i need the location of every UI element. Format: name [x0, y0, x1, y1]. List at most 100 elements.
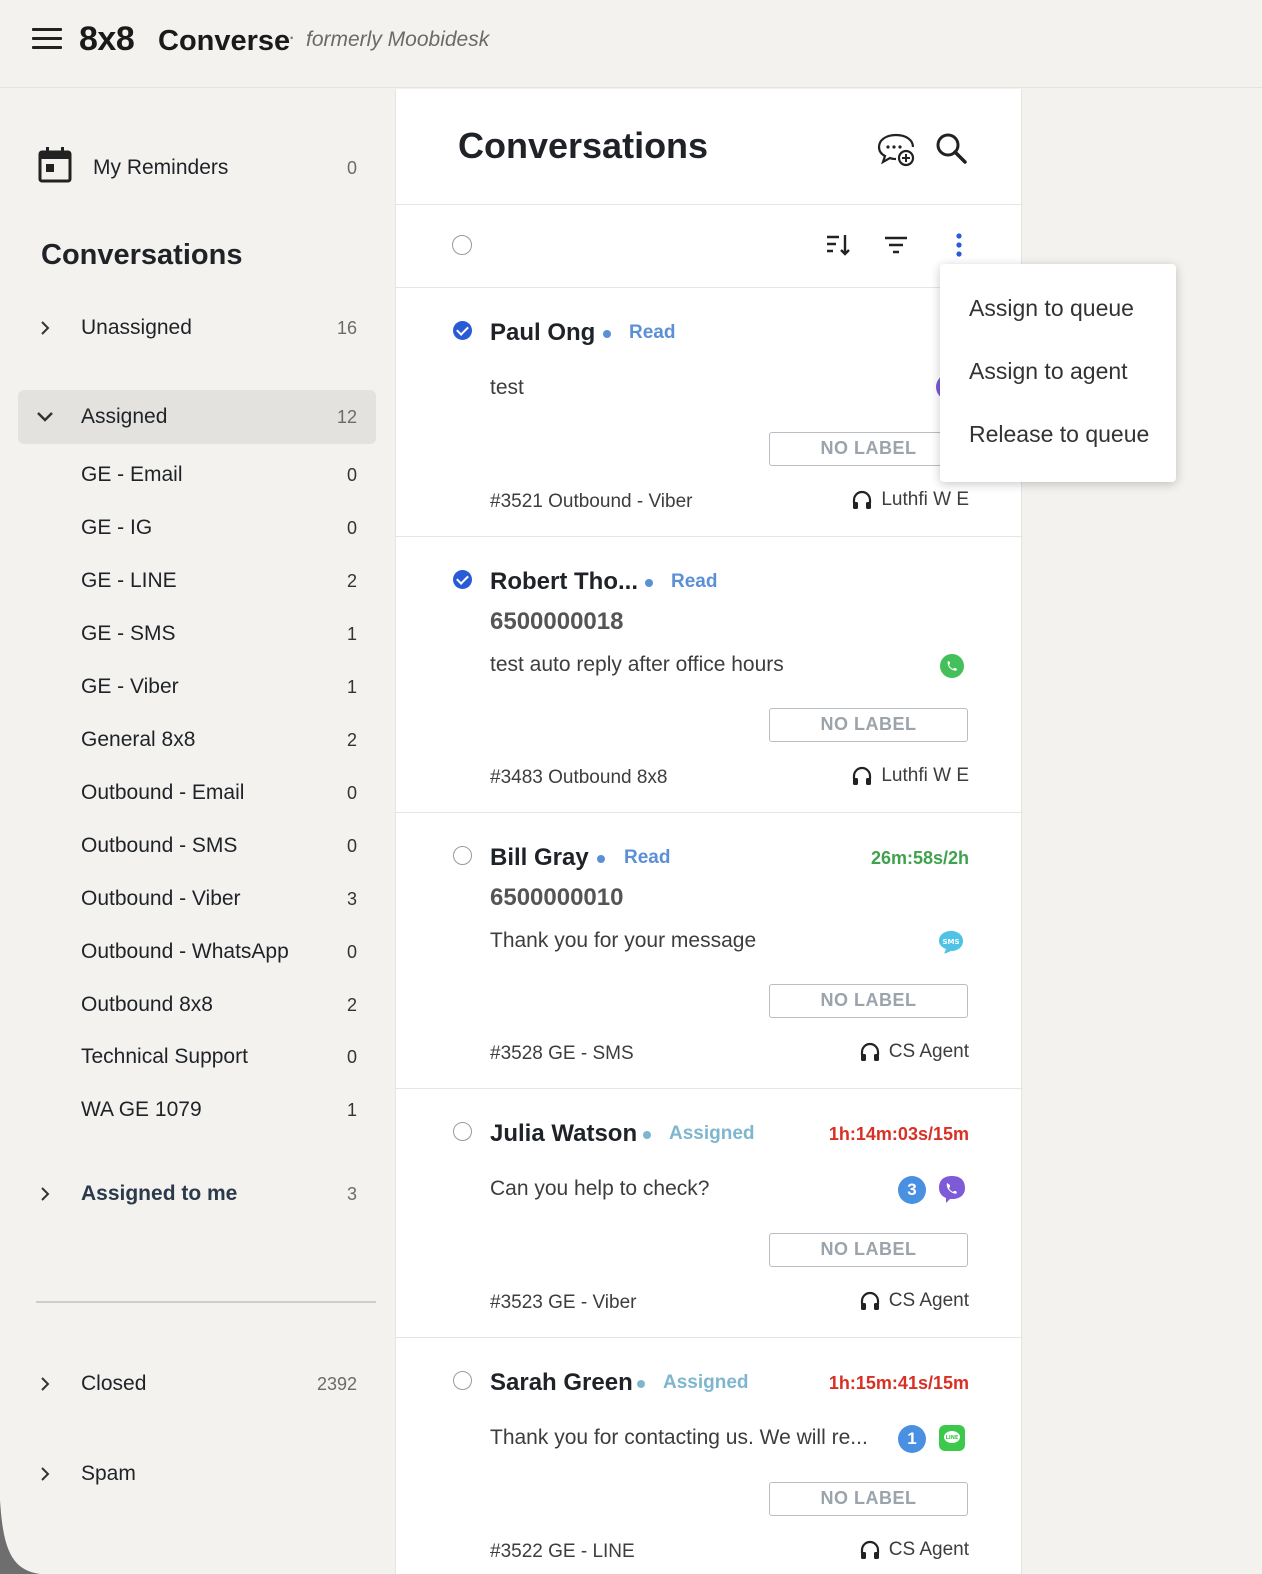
select-all-checkbox[interactable] [452, 235, 472, 255]
status-dot [603, 330, 611, 338]
search-icon[interactable] [932, 129, 972, 169]
conversation-card[interactable]: Robert Tho... Read 6500000018 test auto … [396, 537, 1023, 813]
sidebar-item-unassigned[interactable]: Unassigned 16 [0, 308, 395, 348]
assigned-agent: CS Agent [859, 1290, 969, 1312]
headset-icon [860, 1042, 879, 1061]
queue-count: 2 [346, 729, 357, 750]
queue-count: 1 [346, 1099, 357, 1120]
label-tag-button[interactable]: NO LABEL [769, 984, 968, 1018]
sidebar-queue-item[interactable]: GE - Viber 1 [0, 667, 395, 707]
sidebar-queue-item[interactable]: Outbound - WhatsApp 0 [0, 932, 395, 972]
sidebar-queue-item[interactable]: Outbound - Email 0 [0, 773, 395, 813]
sidebar-item-spam[interactable]: Spam [0, 1454, 395, 1494]
sidebar-queue-item[interactable]: General 8x8 2 [0, 720, 395, 760]
queue-count: 0 [346, 517, 357, 538]
more-vertical-icon[interactable] [945, 231, 973, 259]
sidebar-queue-item[interactable]: GE - LINE 2 [0, 561, 395, 601]
sidebar-queue-item[interactable]: Technical Support 0 [0, 1037, 395, 1077]
sort-icon[interactable] [824, 231, 852, 259]
menu-icon[interactable] [32, 28, 62, 52]
headset-icon [860, 1291, 879, 1310]
menu-item-assign-to-agent[interactable]: Assign to agent [969, 358, 1128, 385]
sidebar-item-my-reminders[interactable]: My Reminders 0 [0, 148, 395, 188]
agent-name: CS Agent [888, 1041, 969, 1062]
sidebar-item-label: My Reminders [93, 156, 229, 179]
assigned-agent: Luthfi W E [851, 765, 969, 787]
label-tag-button[interactable]: NO LABEL [769, 1482, 968, 1516]
label-tag-button[interactable]: NO LABEL [769, 708, 968, 742]
queue-label: GE - LINE [81, 569, 177, 592]
queue-count: 0 [346, 835, 357, 856]
sidebar-item-closed[interactable]: Closed 2392 [0, 1364, 395, 1404]
top-header: 8x8 Converse · formerly Moobidesk [0, 0, 1262, 88]
sidebar-item-label: Unassigned [81, 316, 192, 339]
menu-item-release-to-queue[interactable]: Release to queue [969, 421, 1149, 448]
sidebar-queue-item[interactable]: Outbound - Viber 3 [0, 879, 395, 919]
formerly-note: formerly Moobidesk [306, 28, 490, 51]
message-preview: Thank you for contacting us. We will re.… [490, 1426, 868, 1449]
menu-item-assign-to-queue[interactable]: Assign to queue [969, 295, 1134, 322]
sla-timer: 26m:58s/2h [870, 848, 969, 868]
label-tag-button[interactable]: NO LABEL [769, 1233, 968, 1267]
chevron-right-icon [41, 1377, 50, 1391]
conversation-card[interactable]: Julia Watson Assigned 1h:14m:03s/15m Can… [396, 1089, 1023, 1338]
conversation-checkbox[interactable] [453, 846, 472, 865]
sidebar-heading: Conversations [41, 239, 243, 271]
queue-label: General 8x8 [81, 728, 196, 751]
chevron-down-icon [37, 412, 53, 422]
queue-count: 3 [346, 888, 357, 909]
message-preview: test [490, 376, 524, 399]
sla-timer: 1h:14m:03s/15m [828, 1124, 969, 1144]
sidebar-queue-item[interactable]: Outbound - SMS 0 [0, 826, 395, 866]
conversation-checkbox[interactable] [453, 1122, 472, 1141]
chevron-right-icon [41, 1467, 50, 1481]
conversation-card[interactable]: Paul Ong Read test NO LABEL #3521 Outbou… [396, 288, 1023, 537]
message-preview: Thank you for your message [490, 929, 757, 952]
sidebar-queue-item[interactable]: WA GE 1079 1 [0, 1090, 395, 1130]
brand-logo: 8x8 [79, 20, 135, 58]
queue-count: 1 [346, 676, 357, 697]
headset-icon [853, 490, 872, 509]
conversation-card[interactable]: Sarah Green Assigned 1h:15m:41s/15m Than… [396, 1338, 1023, 1574]
sidebar-queue-item[interactable]: GE - Email 0 [0, 455, 395, 495]
sidebar-queue-item[interactable]: GE - SMS 1 [0, 614, 395, 654]
chevron-right-icon [41, 1187, 50, 1201]
unread-count-badge: 1 [898, 1425, 926, 1453]
sms-channel-icon: SMS [939, 931, 963, 954]
queue-label: Outbound - Email [81, 781, 245, 804]
queue-label: GE - Email [81, 463, 183, 486]
contact-name: Robert Tho... [490, 568, 638, 595]
status-dot [637, 1380, 645, 1388]
label-tag-button[interactable]: NO LABEL [769, 432, 968, 466]
sidebar-item-label: Assigned [81, 405, 168, 428]
queue-count: 0 [346, 464, 357, 485]
conversation-checkbox[interactable] [453, 1371, 472, 1390]
contact-name: Sarah Green [490, 1369, 633, 1396]
conversation-checkbox[interactable] [453, 570, 472, 589]
assigned-agent: CS Agent [859, 1539, 969, 1561]
window-corner [0, 1500, 40, 1574]
new-chat-icon[interactable] [876, 129, 916, 169]
header-divider [396, 204, 1023, 205]
status-label: Read [629, 322, 676, 343]
sidebar: My Reminders 0 Conversations Unassigned … [0, 89, 395, 1574]
assigned-agent: Luthfi W E [851, 489, 969, 511]
filter-icon[interactable] [882, 231, 910, 259]
conversation-card[interactable]: Bill Gray Read 26m:58s/2h 6500000010 Tha… [396, 813, 1023, 1089]
conversation-checkbox[interactable] [453, 321, 472, 340]
queue-label: WA GE 1079 [81, 1098, 202, 1121]
queue-count: 2 [346, 994, 357, 1015]
queue-count: 0 [346, 782, 357, 803]
status-dot [597, 855, 605, 863]
sidebar-item-assigned[interactable]: Assigned 12 [0, 397, 395, 437]
ticket-info: #3528 GE - SMS [490, 1043, 634, 1064]
assigned-agent: CS Agent [859, 1041, 969, 1063]
sidebar-queue-item[interactable]: Outbound 8x8 2 [0, 985, 395, 1025]
product-name: Converse [158, 25, 291, 57]
sidebar-item-assigned-to-me[interactable]: Assigned to me 3 [0, 1174, 395, 1214]
sidebar-item-label: Closed [81, 1372, 147, 1395]
contact-name: Bill Gray [490, 844, 589, 871]
sidebar-queue-item[interactable]: GE - IG 0 [0, 508, 395, 548]
ticket-info: #3521 Outbound - Viber [490, 491, 693, 512]
queue-label: Outbound 8x8 [81, 993, 213, 1016]
